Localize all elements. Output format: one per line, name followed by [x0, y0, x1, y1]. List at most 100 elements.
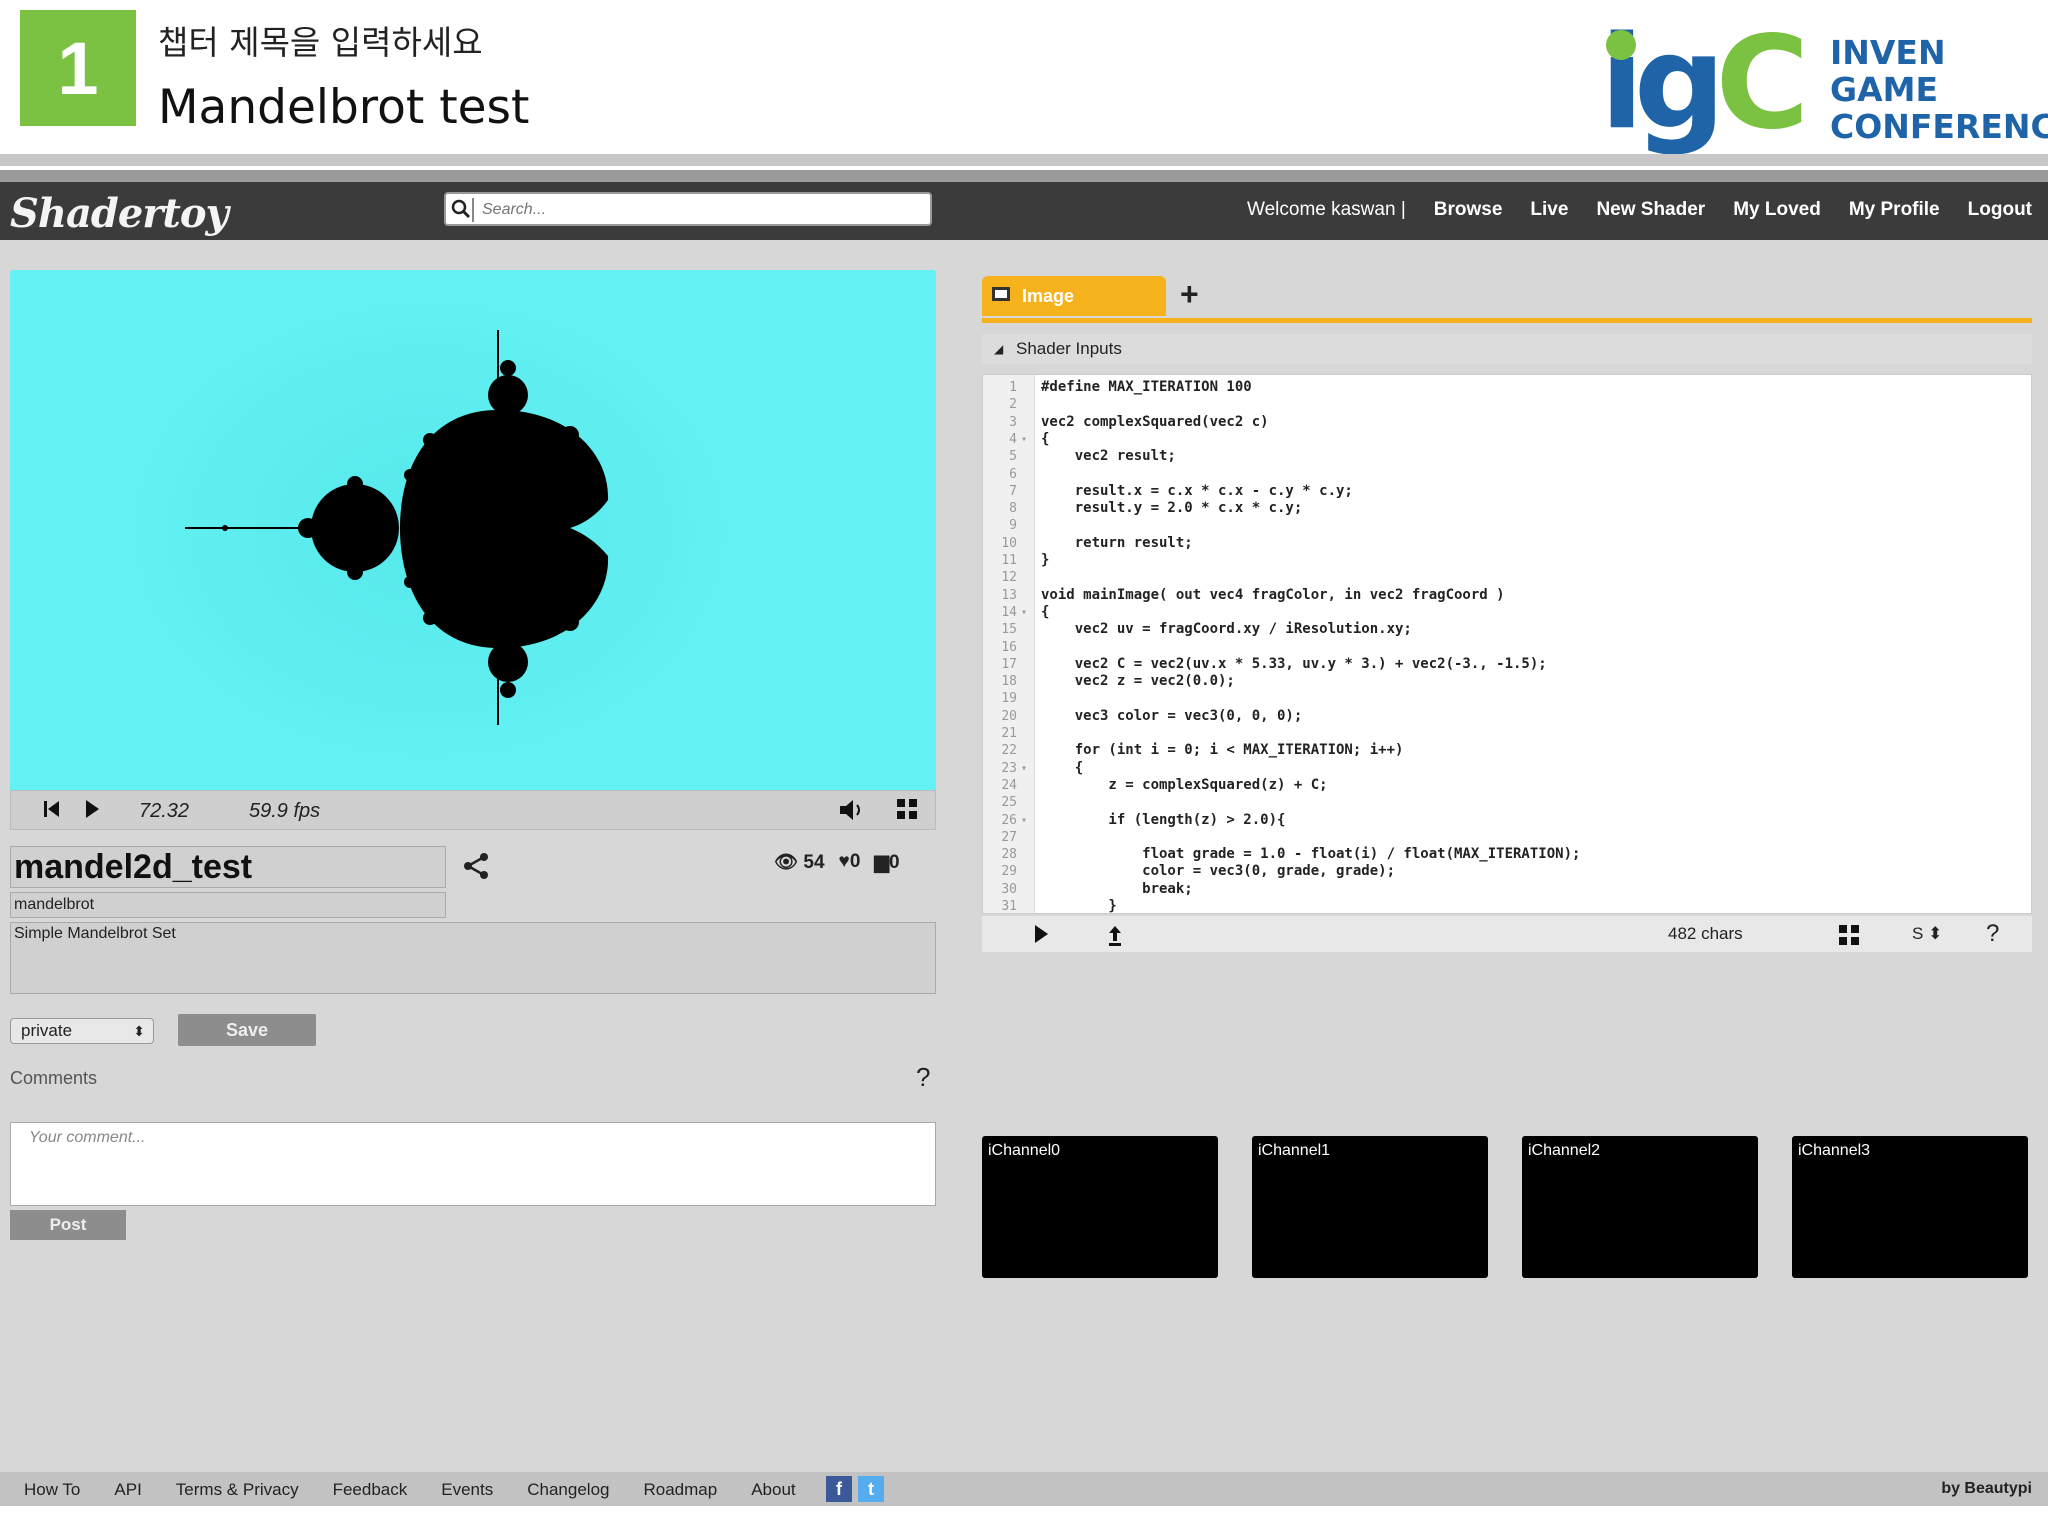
- code-line[interactable]: 24 z = complexSquared(z) + C;: [983, 777, 2031, 794]
- ichannel3-slot[interactable]: iChannel3: [1792, 1136, 2028, 1278]
- post-button[interactable]: Post: [10, 1210, 126, 1240]
- code-line[interactable]: 5 vec2 result;: [983, 448, 2031, 465]
- code-line[interactable]: 17 vec2 C = vec2(uv.x * 5.33, uv.y * 3.)…: [983, 656, 2031, 673]
- code-line[interactable]: 8 result.y = 2.0 * c.x * c.y;: [983, 500, 2031, 517]
- fold-arrow-icon[interactable]: ▾: [1021, 431, 1027, 448]
- code-line[interactable]: 31 }: [983, 898, 2031, 913]
- footer-link-terms[interactable]: Terms & Privacy: [176, 1480, 299, 1500]
- code-line[interactable]: 12: [983, 569, 2031, 586]
- nav-my-profile[interactable]: My Profile: [1849, 199, 1940, 221]
- search-icon[interactable]: [450, 198, 474, 222]
- code-line[interactable]: 27: [983, 829, 2031, 846]
- help-icon[interactable]: ?: [916, 1062, 930, 1093]
- description-field[interactable]: Simple Mandelbrot Set: [10, 922, 936, 994]
- shader-name-field[interactable]: mandel2d_test: [10, 846, 446, 888]
- ichannel0-slot[interactable]: iChannel0: [982, 1136, 1218, 1278]
- share-icon[interactable]: [460, 850, 492, 882]
- code-line[interactable]: 11}: [983, 552, 2031, 569]
- fold-arrow-icon[interactable]: ▾: [1021, 812, 1027, 829]
- line-number: 8: [1009, 501, 1017, 517]
- comment-input[interactable]: Your comment...: [10, 1122, 936, 1206]
- code-line[interactable]: 30 break;: [983, 881, 2031, 898]
- code-line[interactable]: 23 ▾ {: [983, 760, 2031, 777]
- code-line[interactable]: 15 vec2 uv = fragCoord.xy / iResolution.…: [983, 621, 2031, 638]
- nav-logout[interactable]: Logout: [1968, 199, 2032, 221]
- ichannel1-slot[interactable]: iChannel1: [1252, 1136, 1488, 1278]
- footer-link-changelog[interactable]: Changelog: [527, 1480, 609, 1500]
- social-links: f t: [826, 1476, 884, 1502]
- slide-title: Mandelbrot test: [158, 80, 530, 135]
- code-line[interactable]: 1 #define MAX_ITERATION 100: [983, 379, 2031, 396]
- nav-live[interactable]: Live: [1530, 199, 1568, 221]
- line-number: 22: [1001, 743, 1017, 759]
- tab-underline: [982, 318, 2032, 323]
- code-line[interactable]: 22 for (int i = 0; i < MAX_ITERATION; i+…: [983, 742, 2031, 759]
- code-line[interactable]: 10 return result;: [983, 535, 2031, 552]
- save-button[interactable]: Save: [178, 1014, 316, 1046]
- play-icon[interactable]: [81, 797, 103, 821]
- code-line[interactable]: 2: [983, 396, 2031, 413]
- time-readout: 72.32: [139, 800, 190, 822]
- nav-browse[interactable]: Browse: [1434, 199, 1503, 221]
- fullscreen-icon[interactable]: [895, 797, 919, 821]
- code-text: result.y = 2.0 * c.x * c.y;: [1041, 500, 1303, 517]
- tags-field[interactable]: mandelbrot: [10, 892, 446, 918]
- code-line[interactable]: 19: [983, 690, 2031, 707]
- footer-link-api[interactable]: API: [114, 1480, 141, 1500]
- code-line[interactable]: 16: [983, 639, 2031, 656]
- footer-link-how-to[interactable]: How To: [24, 1480, 80, 1500]
- code-line[interactable]: 6: [983, 466, 2031, 483]
- footer-link-events[interactable]: Events: [441, 1480, 493, 1500]
- tab-image[interactable]: Image: [982, 276, 1166, 316]
- code-line[interactable]: 4 ▾ {: [983, 431, 2031, 448]
- line-number: 5: [1009, 449, 1017, 465]
- code-line[interactable]: 3 vec2 complexSquared(vec2 c): [983, 414, 2031, 431]
- footer-link-roadmap[interactable]: Roadmap: [644, 1480, 718, 1500]
- code-line[interactable]: 25: [983, 794, 2031, 811]
- add-tab-button[interactable]: +: [1180, 276, 1199, 313]
- code-line[interactable]: 14 ▾ {: [983, 604, 2031, 621]
- editor-help-icon[interactable]: ?: [1986, 920, 1999, 948]
- nav-my-loved[interactable]: My Loved: [1733, 199, 1821, 221]
- line-number: 13: [1001, 587, 1017, 603]
- line-number: 29: [1001, 864, 1017, 880]
- code-line[interactable]: 29 color = vec3(0, grade, grade);: [983, 863, 2031, 880]
- likes-stat[interactable]: ♥0: [839, 851, 861, 873]
- line-number: 17: [1001, 656, 1017, 672]
- igc-logo-text: INVEN GAME CONFERENCE: [1830, 34, 2048, 145]
- code-line[interactable]: 18 vec2 z = vec2(0.0);: [983, 673, 2031, 690]
- footer-link-about[interactable]: About: [751, 1480, 795, 1500]
- facebook-icon[interactable]: f: [826, 1476, 852, 1502]
- fps-readout: 59.9 fps: [249, 800, 321, 822]
- select-arrows-icon: ⬍: [133, 1023, 145, 1039]
- volume-icon[interactable]: [837, 797, 865, 823]
- code-line[interactable]: 26 ▾ if (length(z) > 2.0){: [983, 812, 2031, 829]
- code-line[interactable]: 28 float grade = 1.0 - float(i) / float(…: [983, 846, 2031, 863]
- code-line[interactable]: 20 vec3 color = vec3(0, 0, 0);: [983, 708, 2031, 725]
- compile-play-icon[interactable]: [1032, 923, 1050, 945]
- shader-inputs-toggle[interactable]: ◢ Shader Inputs: [982, 334, 2032, 364]
- line-number: 16: [1001, 639, 1017, 655]
- nav-new-shader[interactable]: New Shader: [1596, 199, 1705, 221]
- shader-viewport[interactable]: [10, 270, 936, 790]
- fold-arrow-icon[interactable]: ▾: [1021, 760, 1027, 777]
- footer-link-feedback[interactable]: Feedback: [333, 1480, 408, 1500]
- shadertoy-logo[interactable]: Shadertoy: [10, 190, 229, 237]
- editor-fullscreen-icon[interactable]: [1838, 924, 1860, 946]
- rewind-icon[interactable]: [41, 797, 63, 821]
- search-input[interactable]: [482, 198, 922, 222]
- code-line[interactable]: 13 void mainImage( out vec4 fragColor, in…: [983, 587, 2031, 604]
- font-size-select[interactable]: S ⬍: [1912, 924, 1942, 944]
- ichannel2-slot[interactable]: iChannel2: [1522, 1136, 1758, 1278]
- twitter-icon[interactable]: t: [858, 1476, 884, 1502]
- fold-arrow-icon[interactable]: ▾: [1021, 604, 1027, 621]
- code-line[interactable]: 21: [983, 725, 2031, 742]
- upload-arrow-icon[interactable]: [1108, 925, 1122, 947]
- code-editor[interactable]: 1 #define MAX_ITERATION 100 2 3 vec2 complex…: [982, 374, 2032, 914]
- privacy-select[interactable]: private ⬍: [10, 1018, 154, 1044]
- divider-band: [0, 170, 2048, 182]
- code-text: vec2 complexSquared(vec2 c): [1041, 413, 1269, 430]
- font-size-value: S: [1912, 924, 1924, 943]
- code-line[interactable]: 7 result.x = c.x * c.x - c.y * c.y;: [983, 483, 2031, 500]
- code-line[interactable]: 9: [983, 517, 2031, 534]
